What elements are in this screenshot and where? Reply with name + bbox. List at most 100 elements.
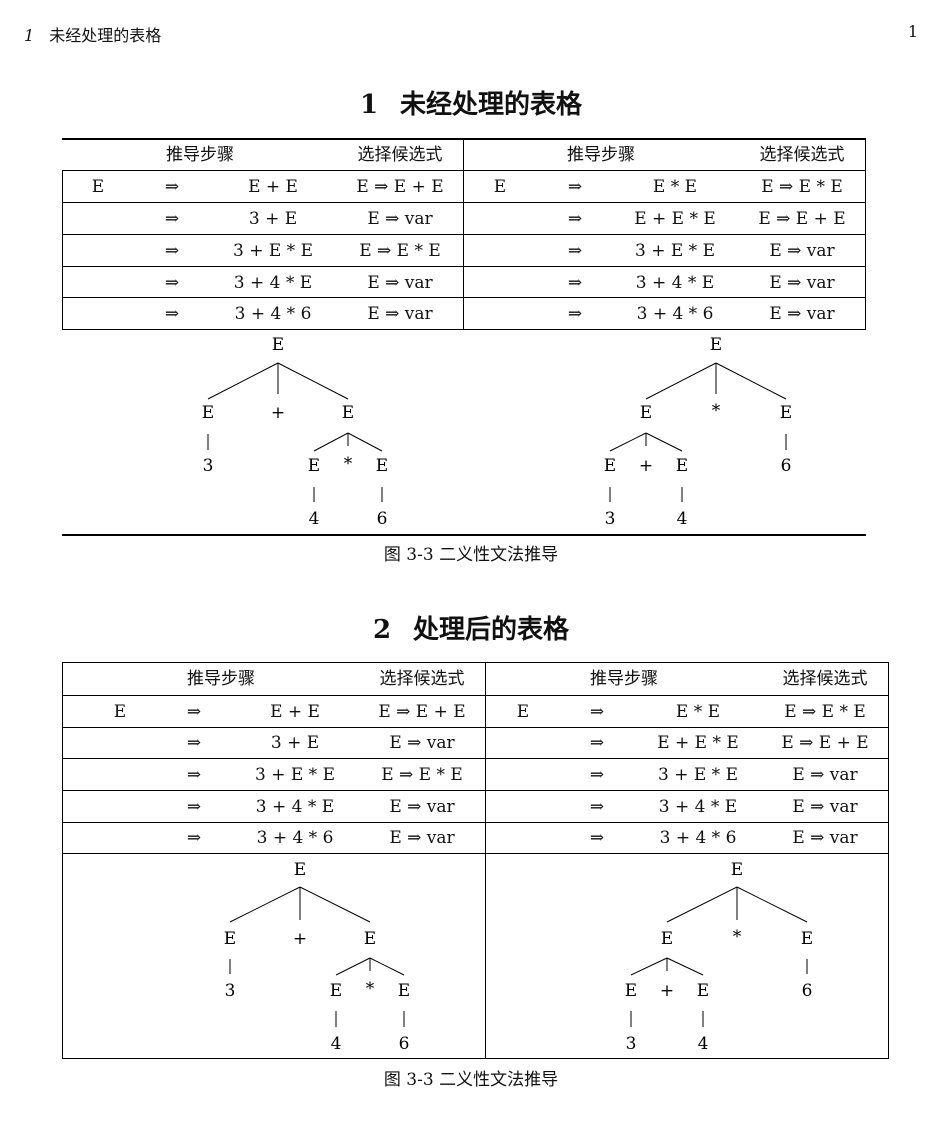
header-choice: 选择候选式 [759,145,845,165]
tree-edge [666,886,738,923]
cell-expr: 3 + E [270,733,320,753]
tree-node: E [697,981,709,1001]
tree-edge [277,362,349,400]
tree-node: 6 [377,509,388,529]
page-number: 1 [907,22,918,41]
tree-edge [666,957,704,976]
running-head: 1 未经处理的表格 [24,22,161,46]
tree-node: E [364,929,376,949]
tree-node: 3 [605,509,616,529]
tree-node: E [398,981,410,1001]
cell-rule: E ⇒ var [769,241,835,261]
table-left-border [62,170,63,330]
cell-expr: 3 + E * E [658,765,738,785]
cell-arrow: ⇒ [567,304,583,324]
cell-rule: E ⇒ E * E [359,241,441,261]
cell-arrow: ⇒ [164,241,180,261]
cell-arrow: ⇒ [186,765,202,785]
tree-node: 3 [626,1034,637,1054]
tree-edge [313,432,349,452]
cell-arrow: ⇒ [567,177,583,197]
cell-rule: E ⇒ var [389,797,455,817]
header-choice: 选择候选式 [357,145,443,165]
tree-edge [207,362,279,400]
tree-node: E [604,456,616,476]
tree-node: + [271,403,285,423]
tree-edge [299,886,371,923]
cell-arrow: ⇒ [589,797,605,817]
cell-rule: E ⇒ var [792,797,858,817]
tree-node: 4 [309,509,320,529]
cell-expr: E * E [652,177,698,197]
table-middle-border [463,138,464,330]
section-number: 2 [372,615,392,645]
section-1-title: 1 未经处理的表格 [0,84,942,121]
cell-expr: 3 + 4 * E [658,797,738,817]
tree-node: 6 [781,456,792,476]
cell-rule: E ⇒ var [367,304,433,324]
header-steps: 推导步骤 [567,145,635,165]
cell-expr: E + E * E [657,733,739,753]
tree-node: E [661,929,673,949]
cell-expr: 3 + 4 * 6 [234,304,312,324]
cell-expr: 3 + E * E [255,765,335,785]
cell-rule: E ⇒ E + E [356,177,444,197]
cell-arrow: ⇒ [164,209,180,229]
cell-arrow: ⇒ [186,828,202,848]
parse-tree-left: E E + E 3 E * E 4 6 [202,335,388,529]
parse-trees: E E + E 3 E * E 4 6 E E * E E + E 6 3 4 [224,860,813,1054]
tree-node: E [710,335,722,355]
tree-node: E [202,403,214,423]
cell-rule: E ⇒ var [769,273,835,293]
cell-arrow: ⇒ [567,273,583,293]
tree-node: 6 [399,1034,410,1054]
tree-edge [645,432,683,452]
cell-expr: E + E [270,702,320,722]
cell-rule: E ⇒ var [792,828,858,848]
tree-node: * [733,927,742,947]
tree-edge [347,432,383,452]
cell-expr: 3 + 4 * E [635,273,715,293]
parse-tree-right: E E * E E + E 6 3 4 [604,335,792,529]
tree-node: E [640,403,652,423]
cell-arrow: ⇒ [186,797,202,817]
cell-arrow: ⇒ [589,828,605,848]
cell-arrow: ⇒ [186,702,202,722]
cell-rule: E ⇒ var [389,733,455,753]
cell-arrow: ⇒ [589,765,605,785]
tree-node: E [801,929,813,949]
cell-expr: 3 + 4 * 6 [636,304,714,324]
table-bottom-rule [62,1058,889,1059]
tree-node: E [780,403,792,423]
cell-rule: E ⇒ E * E [761,177,843,197]
cell-rule: E ⇒ var [769,304,835,324]
tree-edge [609,432,647,452]
tree-node: 6 [802,981,813,1001]
tree-edge [369,957,405,976]
cell-rule: E ⇒ E + E [378,702,466,722]
cell-start: E [493,177,507,197]
tree-node: 3 [203,456,214,476]
cell-rule: E ⇒ E + E [781,733,869,753]
cell-rule: E ⇒ E + E [758,209,846,229]
tree-edge [229,886,301,923]
header-choice: 选择候选式 [379,669,465,689]
tree-edge [715,362,787,400]
header-steps: 推导步骤 [187,669,255,689]
tree-node: + [660,981,674,1001]
section-title-text: 处理后的表格 [413,615,570,645]
cell-expr: E + E * E [634,209,716,229]
cell-start: E [113,702,127,722]
cell-expr: 3 + 4 * 6 [659,828,737,848]
figure-caption: 图 3-3 二义性文法推导 [383,1070,559,1090]
cell-arrow: ⇒ [164,177,180,197]
cell-expr: 3 + E * E [233,241,313,261]
tree-node: E [731,860,743,880]
header-choice: 选择候选式 [782,669,868,689]
tree-edge [645,362,717,400]
tree-edge [335,957,371,976]
cell-rule: E ⇒ E * E [784,702,866,722]
cell-expr: E + E [248,177,298,197]
cell-rule: E ⇒ var [367,209,433,229]
cell-expr: 3 + 4 * E [255,797,335,817]
